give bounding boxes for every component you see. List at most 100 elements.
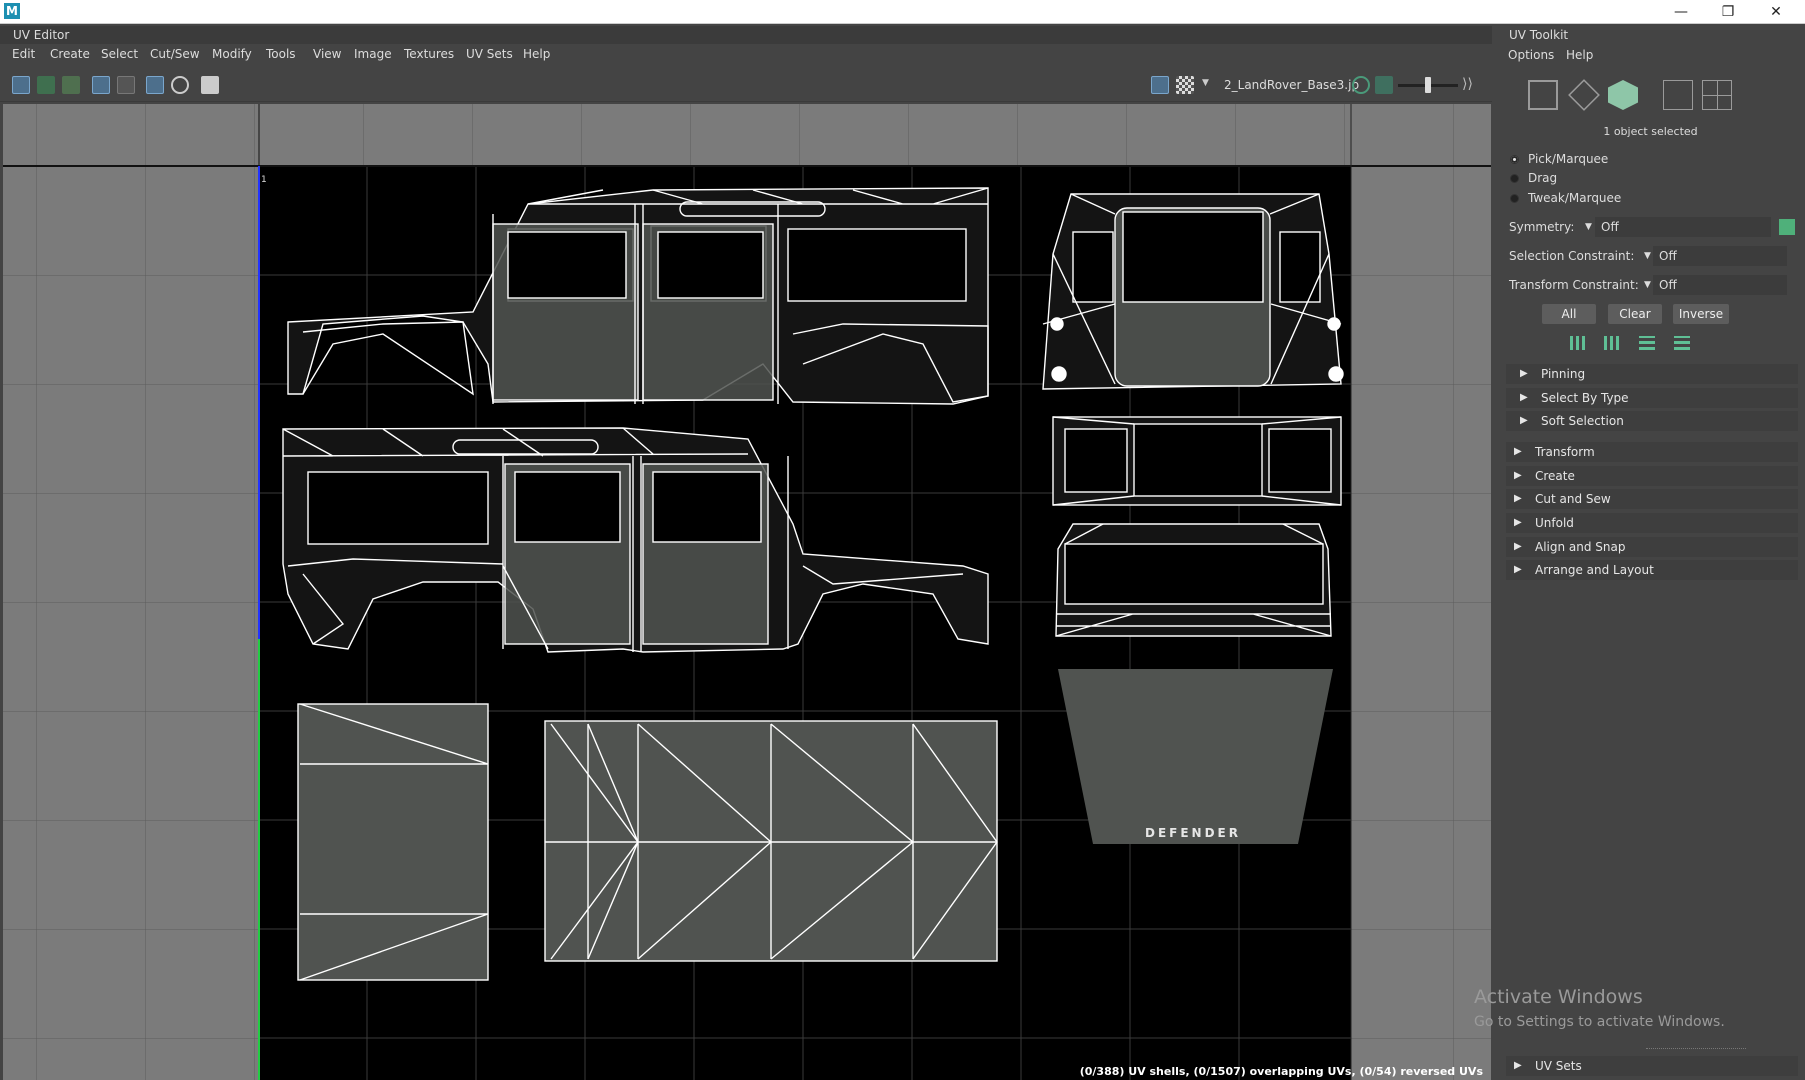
restore-button[interactable]: ❐ xyxy=(1705,0,1751,24)
radio-icon[interactable] xyxy=(1510,194,1519,203)
expand-triangle-icon: ▶ xyxy=(1520,392,1528,403)
symmetry-axis-icon[interactable] xyxy=(1779,219,1795,235)
radio-icon[interactable] xyxy=(1510,174,1519,183)
defender-decal: DEFENDER xyxy=(1145,826,1241,840)
uv-toolkit-panel: UV Toolkit Options Help 1 object selecte… xyxy=(1496,24,1805,1080)
uv-status-bar: (0/388) UV shells, (0/1507) overlapping … xyxy=(1079,1065,1483,1078)
chevron-down-icon[interactable]: ▼ xyxy=(1644,251,1651,261)
grow-selection-icon[interactable] xyxy=(1570,336,1586,350)
section-transform[interactable]: ▶ Transform xyxy=(1506,442,1798,462)
menu-textures[interactable]: Textures xyxy=(404,47,454,61)
texture-borders-icon[interactable] xyxy=(92,76,110,94)
expand-triangle-icon: ▶ xyxy=(1514,446,1522,457)
close-button[interactable]: ✕ xyxy=(1753,0,1799,24)
chevron-down-icon[interactable]: ▼ xyxy=(1644,280,1651,290)
uv-editor-title: UV Editor xyxy=(0,26,1492,44)
selection-constraint-dropdown[interactable]: Off xyxy=(1653,246,1787,266)
uv-editor-menubar: Edit Create Select Cut/Sew Modify Tools … xyxy=(0,44,1492,66)
section-create[interactable]: ▶ Create xyxy=(1506,466,1798,486)
exposure-slider-handle[interactable] xyxy=(1425,77,1431,93)
image-name-label: 2_LandRover_Base3.jp xyxy=(1224,78,1360,92)
uv-toolkit-title: UV Toolkit xyxy=(1509,28,1569,42)
iso-select-icon[interactable] xyxy=(62,76,80,94)
menu-image[interactable]: Image xyxy=(354,47,392,61)
symmetry-dropdown[interactable]: Off xyxy=(1595,217,1771,237)
menu-view[interactable]: View xyxy=(313,47,341,61)
select-all-button[interactable]: All xyxy=(1542,304,1596,324)
select-inverse-button[interactable]: Inverse xyxy=(1673,304,1729,324)
menu-modify[interactable]: Modify xyxy=(212,47,252,61)
menu-edit[interactable]: Edit xyxy=(12,47,35,61)
transform-constraint-dropdown[interactable]: Off xyxy=(1653,275,1787,295)
section-select-by-type[interactable]: ▶ Select By Type xyxy=(1506,388,1798,408)
shrink-selection-icon[interactable] xyxy=(1604,336,1620,350)
grid-display-icon[interactable] xyxy=(146,76,164,94)
mode-drag[interactable]: Drag xyxy=(1510,171,1557,185)
section-align-and-snap[interactable]: ▶ Align and Snap xyxy=(1506,537,1798,557)
select-border-icon[interactable] xyxy=(1639,336,1655,350)
snapshot-camera-icon[interactable] xyxy=(201,76,219,94)
section-uv-sets[interactable]: ▶ UV Sets xyxy=(1506,1056,1798,1076)
uv-shell-bottom-left xyxy=(297,703,489,981)
shell-select-icon[interactable] xyxy=(1608,80,1638,110)
expand-triangle-icon: ▶ xyxy=(1514,564,1522,575)
uv-border-icon[interactable] xyxy=(1663,80,1693,110)
grid-snap-icon[interactable] xyxy=(37,76,55,94)
display-image-icon[interactable] xyxy=(1151,76,1169,94)
expand-triangle-icon: ▶ xyxy=(1514,1060,1522,1071)
menu-cut-sew[interactable]: Cut/Sew xyxy=(150,47,200,61)
maya-logo-icon: M xyxy=(4,3,20,19)
mode-pick-marquee[interactable]: Pick/Marquee xyxy=(1510,152,1608,166)
resize-grip[interactable] xyxy=(1646,1048,1746,1050)
pixel-snap-icon[interactable] xyxy=(171,76,189,94)
expand-toolbar-icon[interactable]: ⟩⟩ xyxy=(1462,76,1473,92)
uv-editor-toolbar: ▼ 2_LandRover_Base3.jp ⟩⟩ xyxy=(0,68,1492,102)
uv-shell-hood xyxy=(1055,523,1332,637)
select-shortest-edge-icon[interactable] xyxy=(1674,336,1690,350)
radio-selected-icon[interactable] xyxy=(1510,155,1519,164)
uv-distortion-icon[interactable] xyxy=(1352,76,1370,94)
activate-windows-title: Activate Windows xyxy=(1474,986,1643,1008)
uv-shell-bonnet: DEFENDER xyxy=(1058,669,1333,844)
menu-create[interactable]: Create xyxy=(50,47,90,61)
menu-tools[interactable]: Tools xyxy=(266,47,296,61)
uv-grid-icon[interactable] xyxy=(1702,80,1732,110)
uv-tile-label: 1 xyxy=(261,175,267,185)
expand-triangle-icon: ▶ xyxy=(1514,517,1522,528)
expand-triangle-icon: ▶ xyxy=(1520,368,1528,379)
symmetry-label: Symmetry: xyxy=(1509,220,1575,234)
expand-triangle-icon: ▶ xyxy=(1514,541,1522,552)
expand-triangle-icon: ▶ xyxy=(1514,493,1522,504)
uv-select-icon[interactable] xyxy=(1528,80,1558,110)
section-unfold[interactable]: ▶ Unfold xyxy=(1506,513,1798,533)
activate-windows-subtitle: Go to Settings to activate Windows. xyxy=(1474,1014,1725,1030)
menu-select[interactable]: Select xyxy=(101,47,138,61)
face-select-icon[interactable] xyxy=(1568,79,1600,111)
uv-editor-panel: UV Editor Edit Create Select Cut/Sew Mod… xyxy=(0,24,1492,1080)
minimize-button[interactable]: — xyxy=(1658,0,1704,24)
chevron-down-icon[interactable]: ▼ xyxy=(1202,78,1209,88)
selection-info: 1 object selected xyxy=(1603,125,1698,138)
section-cut-and-sew[interactable]: ▶ Cut and Sew xyxy=(1506,489,1798,509)
uv-canvas: DEFENDER 1 xyxy=(3,104,1491,1080)
toolkit-menu-help[interactable]: Help xyxy=(1566,48,1593,62)
select-clear-button[interactable]: Clear xyxy=(1608,304,1662,324)
window-title-bar: M — ❐ ✕ xyxy=(0,0,1805,24)
section-arrange-and-layout[interactable]: ▶ Arrange and Layout xyxy=(1506,560,1798,580)
uv-shell-floor xyxy=(544,720,998,962)
chevron-down-icon[interactable]: ▼ xyxy=(1585,222,1592,232)
uv-shell-mode-icon[interactable] xyxy=(12,76,30,94)
checker-tiles-icon[interactable] xyxy=(1176,76,1194,94)
section-soft-selection[interactable]: ▶ Soft Selection xyxy=(1506,411,1798,431)
shaded-uv-icon[interactable] xyxy=(117,76,135,94)
uv-viewport[interactable]: DEFENDER 1 (0/388) UV shells, (0/1507) o… xyxy=(3,104,1491,1080)
mode-tweak-marquee[interactable]: Tweak/Marquee xyxy=(1510,191,1621,205)
section-pinning[interactable]: ▶ Pinning xyxy=(1506,364,1798,384)
expand-triangle-icon: ▶ xyxy=(1520,415,1528,426)
toolkit-menu-options[interactable]: Options xyxy=(1508,48,1554,62)
uv-shell-rear xyxy=(1042,193,1344,390)
menu-uv-sets[interactable]: UV Sets xyxy=(466,47,513,61)
uv-shell-windshield xyxy=(1052,416,1342,506)
image-ratio-icon[interactable] xyxy=(1375,76,1393,94)
menu-help[interactable]: Help xyxy=(523,47,550,61)
